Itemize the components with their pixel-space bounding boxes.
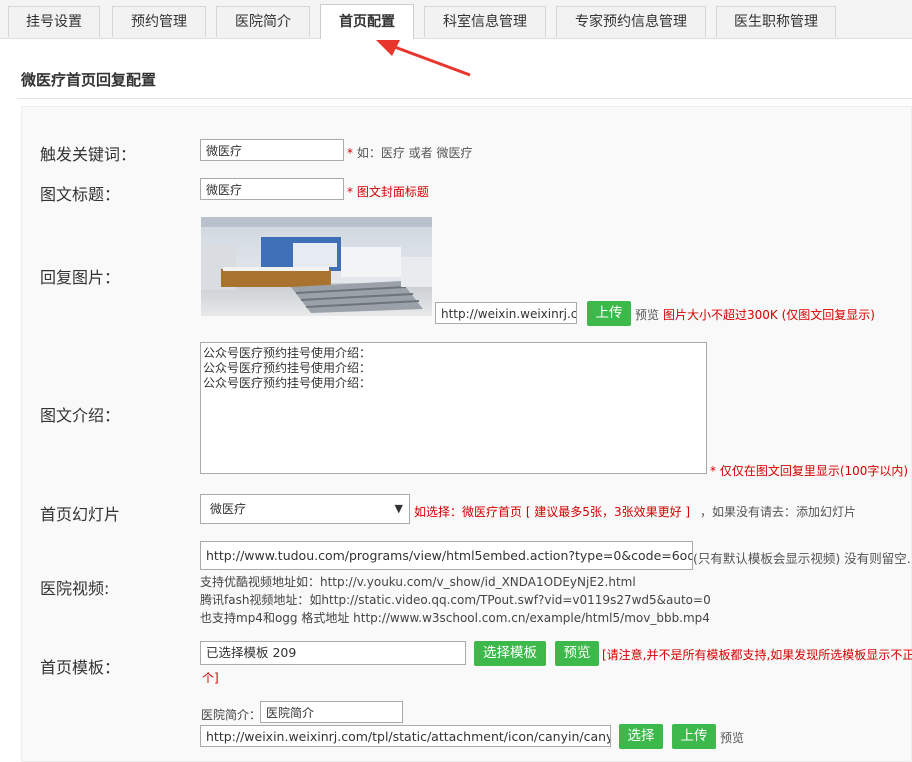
intro-label: 图文介绍： (40, 406, 121, 425)
choose-template-button[interactable]: 选择模板 (474, 641, 546, 666)
slideshow-label: 首页幻灯片 (40, 505, 121, 524)
slideshow-selected-value: 微医疗 (210, 502, 247, 516)
tab-expert-appointment[interactable]: 专家预约信息管理 (556, 6, 706, 37)
tab-appointment-management[interactable]: 预约管理 (112, 6, 206, 37)
video-label: 医院视频: (40, 579, 110, 598)
tab-doctor-titles[interactable]: 医生职称管理 (716, 6, 836, 37)
intro-entry-choose-button[interactable]: 选择 (619, 724, 663, 749)
keyword-label: 触发关键词： (40, 145, 137, 164)
template-hint: [请注意,并不是所有模板都支持,如果发现所选模板显示不正 (602, 648, 912, 662)
template-preview-button[interactable]: 预览 (555, 641, 599, 666)
intro-hint: * 仅仅在图文回复里显示(100字以内) (710, 464, 909, 478)
video-note-2: 腾讯fash视频地址：如http://static.video.qq.com/T… (200, 593, 711, 607)
title-hint: * 图文封面标题 (347, 185, 429, 199)
tab-bar: 挂号设置 预约管理 医院简介 首页配置 科室信息管理 专家预约信息管理 医生职称… (0, 0, 912, 39)
template-label: 首页模板： (40, 658, 121, 677)
intro-line: 公众号医疗预约挂号使用介绍： (203, 376, 372, 390)
intro-entry-label: 医院简介： (201, 708, 262, 722)
keyword-hint: * 如：医疗 或者 微医疗 (347, 144, 472, 161)
image-label: 回复图片： (40, 268, 121, 287)
divider (17, 98, 912, 99)
hospital-lobby-image (201, 217, 432, 316)
video-hint: (只有默认模板会显示视频) 没有则留空. (693, 551, 911, 566)
image-upload-button[interactable]: 上传 (587, 301, 631, 326)
slideshow-add-hint: ，如果没有请去：添加幻灯片 (700, 505, 857, 519)
intro-textarea[interactable]: 公众号医疗预约挂号使用介绍： 公众号医疗预约挂号使用介绍： 公众号医疗预约挂号使… (200, 342, 707, 474)
image-hint: 图片大小不超过300K (仅图文回复显示) (663, 308, 875, 322)
intro-entry-preview-link[interactable]: 预览 (720, 729, 744, 746)
intro-line: 公众号医疗预约挂号使用介绍： (203, 346, 372, 360)
video-url-input[interactable]: http://www.tudou.com/programs/view/html5… (200, 541, 693, 570)
video-note-1: 支持优酷视频地址如：http://v.youku.com/v_show/id_X… (200, 575, 636, 589)
keyword-input[interactable]: 微医疗 (200, 139, 344, 161)
annotation-arrow-icon (376, 40, 471, 77)
intro-entry-url-input[interactable]: http://weixin.weixinrj.com/tpl/static/at… (200, 725, 611, 747)
image-preview-link[interactable]: 预览 (635, 306, 659, 323)
slideshow-select[interactable]: 微医疗 ▼ (200, 494, 410, 524)
keyword-hint-text: 如：医疗 或者 微医疗 (353, 146, 473, 160)
template-hint-cont: 个] (202, 671, 219, 685)
chevron-down-icon: ▼ (394, 502, 403, 515)
intro-line: 公众号医疗预约挂号使用介绍： (203, 361, 372, 375)
slideshow-hint: 如选择：微医疗首页 [ 建议最多5张，3张效果更好 ] (414, 505, 691, 519)
intro-entry-upload-button[interactable]: 上传 (672, 724, 716, 749)
video-note-3: 也支持mp4和ogg 格式地址 http://www.w3school.com.… (200, 611, 710, 625)
title-input[interactable]: 微医疗 (200, 178, 344, 200)
page-title: 微医疗首页回复配置 (21, 71, 157, 89)
tab-registration-settings[interactable]: 挂号设置 (8, 6, 100, 37)
tab-homepage-config[interactable]: 首页配置 (320, 4, 414, 39)
image-url-input[interactable]: http://weixin.weixinrj.com (435, 302, 577, 324)
intro-entry-name-input[interactable]: 医院简介 (260, 701, 403, 723)
tab-department-info[interactable]: 科室信息管理 (424, 6, 546, 37)
title-label: 图文标题： (40, 185, 121, 204)
tab-hospital-intro[interactable]: 医院简介 (216, 6, 310, 37)
template-input[interactable]: 已选择模板 209 (200, 641, 466, 665)
